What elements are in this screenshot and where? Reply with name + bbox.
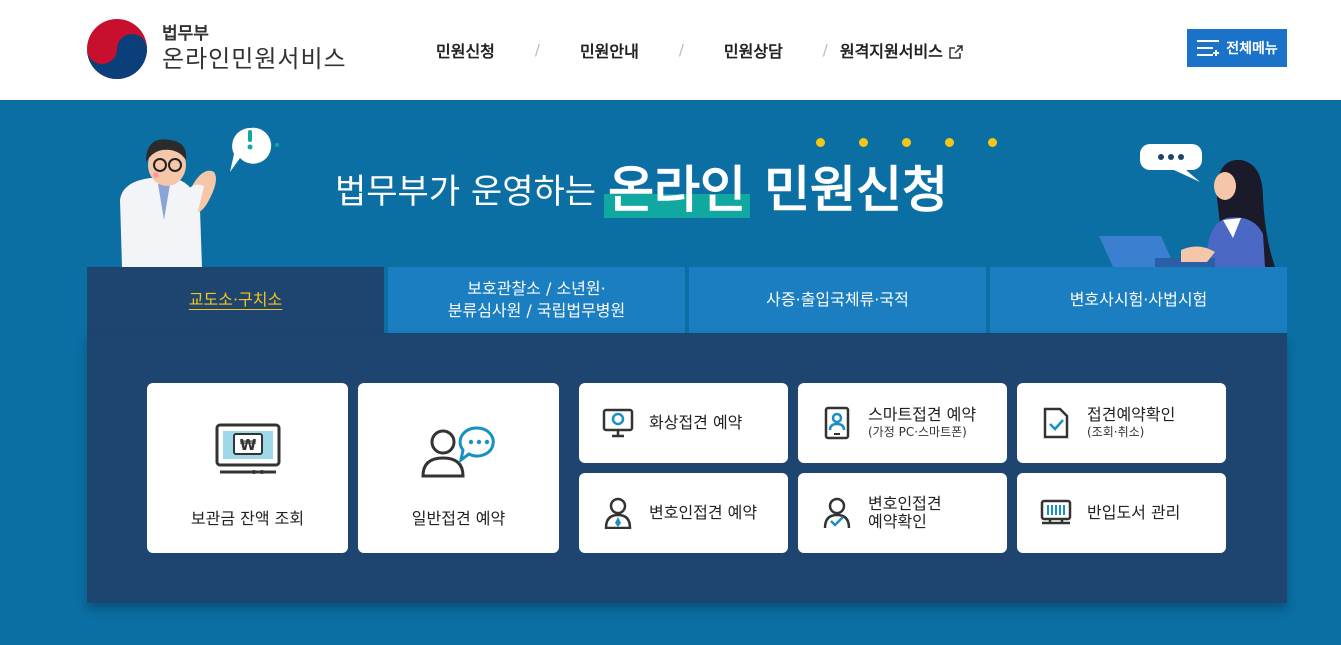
video-visit-card[interactable]: 화상접견 예약 <box>579 383 788 463</box>
hero-banner: 법무부가 운영하는 온라인 민원신청 <box>0 100 1341 267</box>
lawyer-visit-confirm-card[interactable]: 변호인접견 예약확인 <box>798 473 1007 553</box>
all-menu-button[interactable]: 전체메뉴 <box>1187 29 1287 67</box>
tab-visa-immigration[interactable]: 사증·출입국체류·국적 <box>689 267 986 333</box>
lawyer-visit-confirm-label: 변호인접견 예약확인 <box>868 494 942 531</box>
balance-inquiry-label: 보관금 잔액 조회 <box>190 509 305 528</box>
clapping-man-illustration-icon <box>120 127 279 267</box>
smart-visit-card[interactable]: 스마트접견 예약 (가정 PC·스마트폰) <box>798 383 1007 463</box>
bookshelf-icon <box>1040 499 1072 525</box>
all-menu-label: 전체메뉴 <box>1226 41 1278 57</box>
video-visit-label: 화상접견 예약 <box>649 413 743 432</box>
logo-ministry-name: 법무부 <box>162 24 209 44</box>
general-visit-label: 일반접견 예약 <box>411 509 506 528</box>
nav-separator: / <box>822 41 828 59</box>
document-check-icon <box>1043 407 1069 439</box>
tab-bar-exam[interactable]: 변호사시험·사법시험 <box>990 267 1287 333</box>
service-panel: ₩ 보관금 잔액 조회 일반접견 예약 화상접견 예약 스마트접견 예약 (가정… <box>87 333 1287 603</box>
taegeuk-logo-icon <box>87 19 147 79</box>
nav-separator: / <box>534 41 540 59</box>
balance-inquiry-card[interactable]: ₩ 보관금 잔액 조회 <box>147 383 348 553</box>
category-tabs: 교도소·구치소 보호관찰소 / 소년원· 분류심사원 / 국립법무병원 사증·출… <box>87 267 1287 333</box>
tab-prison[interactable]: 교도소·구치소 <box>87 267 384 333</box>
hamburger-menu-icon <box>1197 40 1220 56</box>
site-logo[interactable]: 법무부 온라인민원서비스 <box>86 18 347 80</box>
visit-confirm-label: 접견예약확인 <box>1087 405 1176 424</box>
visit-confirm-card[interactable]: 접견예약확인 (조회·취소) <box>1017 383 1226 463</box>
book-management-card[interactable]: 반입도서 관리 <box>1017 473 1226 553</box>
main-nav: 민원신청 / 민원안내 / 민원상담 / 원격지원서비스 <box>430 38 969 62</box>
logo-service-name: 온라인민원서비스 <box>162 45 347 73</box>
nav-apply[interactable]: 민원신청 <box>430 38 501 62</box>
banner-subtitle: 법무부가 운영하는 <box>335 172 597 212</box>
person-check-icon <box>823 497 851 529</box>
banner-highlight: 온라인 <box>604 160 751 220</box>
site-header: 법무부 온라인민원서비스 민원신청 / 민원안내 / 민원상담 / 원격지원서비… <box>0 0 1341 100</box>
person-chat-icon <box>420 426 495 478</box>
smart-visit-sublabel: (가정 PC·스마트폰) <box>868 425 967 439</box>
nav-remote-support[interactable]: 원격지원서비스 <box>834 38 969 62</box>
tab-probation[interactable]: 보호관찰소 / 소년원· 분류심사원 / 국립법무병원 <box>388 267 685 333</box>
banner-highlight-text: 온라인 <box>608 161 747 219</box>
book-management-label: 반입도서 관리 <box>1087 503 1181 522</box>
svg-text:₩: ₩ <box>239 436 256 454</box>
nav-consult[interactable]: 민원상담 <box>718 38 789 62</box>
visit-confirm-sublabel: (조회·취소) <box>1087 425 1145 439</box>
lawyer-icon <box>604 497 632 529</box>
smart-visit-label: 스마트접견 예약 <box>868 405 977 424</box>
general-visit-card[interactable]: 일반접견 예약 <box>358 383 559 553</box>
banner-title: 법무부가 운영하는 온라인 민원신청 <box>335 160 948 220</box>
tablet-person-icon <box>824 406 850 440</box>
video-call-icon <box>602 408 634 438</box>
lawyer-visit-card[interactable]: 변호인접견 예약 <box>579 473 788 553</box>
nav-separator: / <box>678 41 684 59</box>
monitor-won-icon: ₩ <box>215 423 280 474</box>
decorative-dots <box>816 138 997 147</box>
nav-remote-support-label: 원격지원서비스 <box>839 42 943 61</box>
lawyer-visit-label: 변호인접견 예약 <box>649 503 758 522</box>
banner-main-title: 민원신청 <box>764 161 949 219</box>
external-link-icon <box>949 45 963 59</box>
woman-laptop-illustration-icon <box>1099 144 1275 267</box>
nav-guide[interactable]: 민원안내 <box>574 38 645 62</box>
